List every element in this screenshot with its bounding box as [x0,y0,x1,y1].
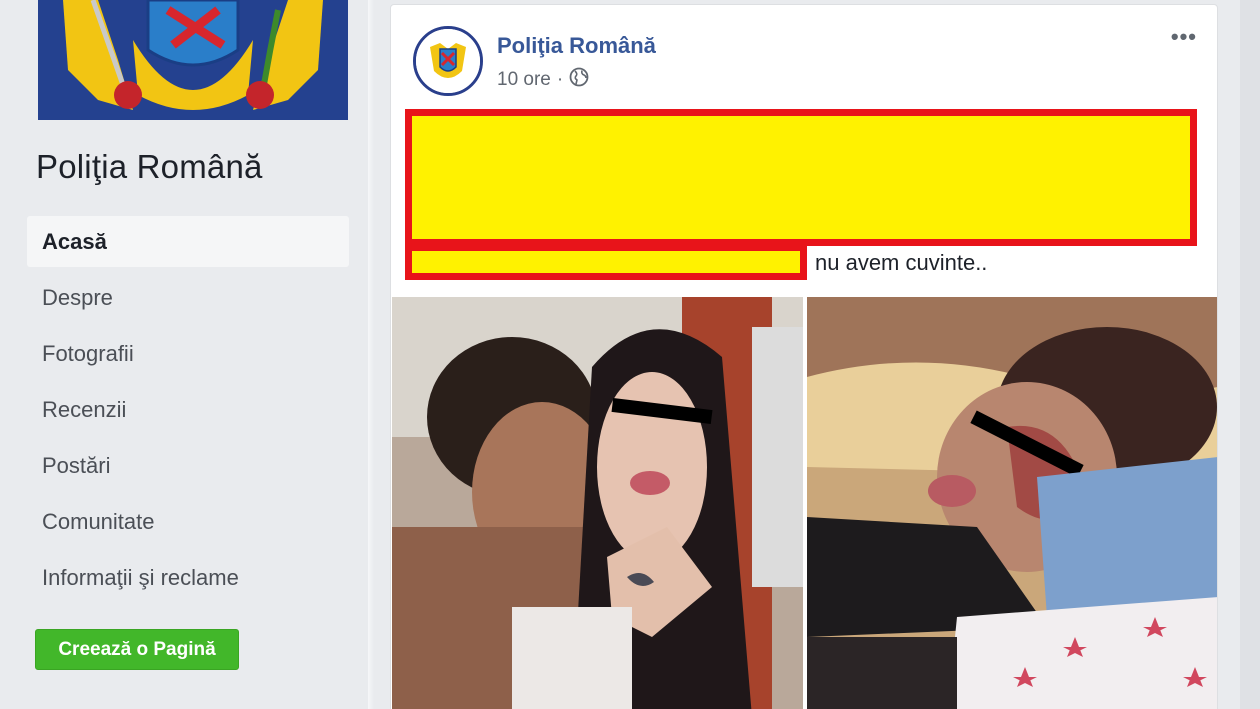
nav-item-despre[interactable]: Despre [27,272,349,323]
post-text: nu avem cuvinte.. [815,250,988,275]
post-time[interactable]: 10 ore [497,69,551,91]
redacted-text-block [405,109,1197,246]
redacted-text-line [405,244,807,280]
nav-item-comunitate[interactable]: Comunitate [27,496,349,547]
left-column: Poliţia Română Acasă Despre Fotografii R… [0,0,368,709]
page-background-edge [1240,0,1260,709]
cover-crest-image[interactable] [38,0,348,120]
globe-icon[interactable] [569,67,589,93]
nav-item-acasa[interactable]: Acasă [27,216,349,267]
page-nav: Acasă Despre Fotografii Recenzii Postări… [27,216,349,608]
nav-item-fotografii[interactable]: Fotografii [27,328,349,379]
column-divider [368,0,374,709]
meta-separator: · [556,69,564,90]
create-page-button[interactable]: Creează o Pagină [35,629,239,670]
post-photo-1[interactable] [392,297,803,709]
author-avatar[interactable] [413,26,483,96]
post-card: Poliţia Română 10 ore · ••• nu avem cuvi… [390,4,1218,709]
post-meta: 10 ore · [497,67,589,93]
nav-item-recenzii[interactable]: Recenzii [27,384,349,435]
more-options-icon[interactable]: ••• [1171,26,1197,48]
page-title[interactable]: Poliţia Română [36,148,263,186]
post-photo-2[interactable] [807,297,1217,709]
nav-item-info-reclame[interactable]: Informaţii şi reclame [27,552,349,603]
nav-item-postari[interactable]: Postări [27,440,349,491]
post-author[interactable]: Poliţia Română [497,33,656,59]
